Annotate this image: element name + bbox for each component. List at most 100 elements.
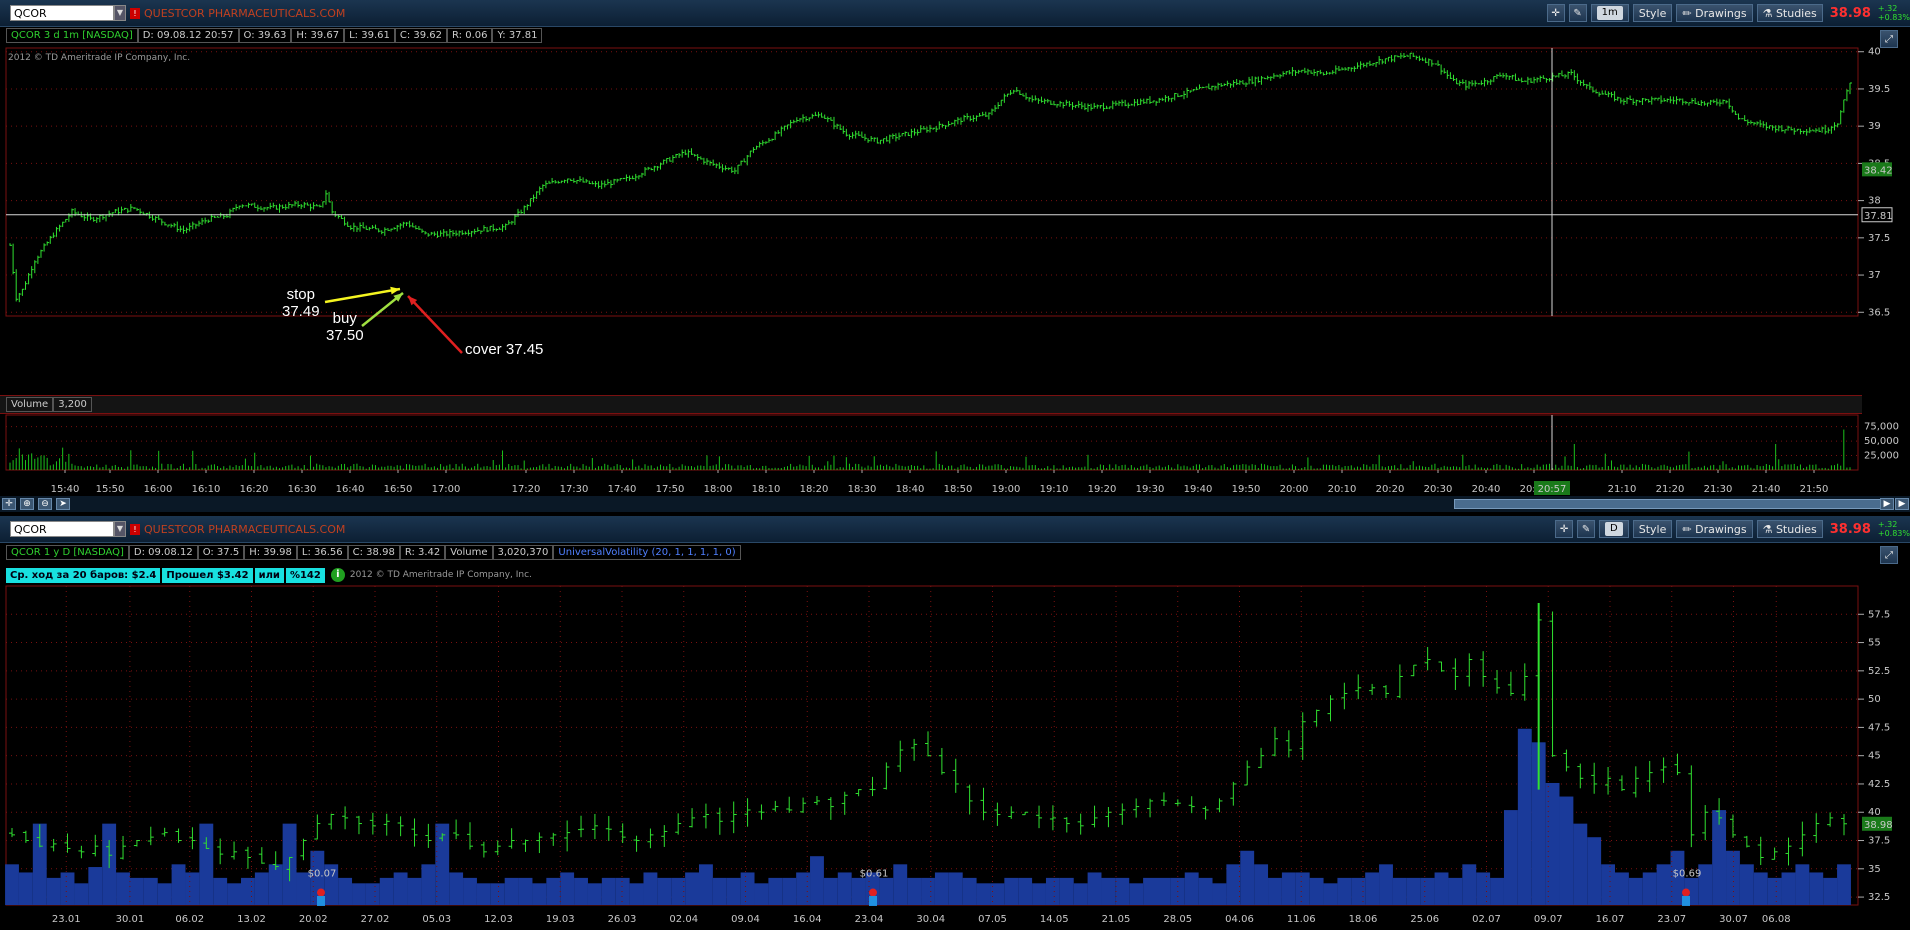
company-name-daily[interactable]: QUESTCOR PHARMACEUTICALS.COM: [144, 523, 345, 536]
daily-volume-bar: [879, 877, 894, 905]
studies-button-daily[interactable]: ⚗ Studies: [1756, 520, 1823, 538]
scroll-right-icon[interactable]: ▶: [1880, 498, 1894, 510]
volume-label-daily: Volume: [445, 545, 493, 560]
x-tick-label: 21:30: [1704, 484, 1733, 495]
daily-volume-bar: [171, 864, 186, 905]
daily-y-tick-label: 50: [1868, 694, 1881, 705]
daily-volume-bar: [1045, 877, 1060, 905]
daily-x-tick-label: 19.03: [546, 914, 575, 925]
daily-volume-bar: [1490, 877, 1504, 905]
daily-volume-bar: [810, 856, 824, 905]
daily-volume-bar: [1295, 872, 1310, 905]
daily-volume-bar: [1240, 850, 1255, 905]
daily-volume-bar: [1781, 872, 1796, 905]
x-tick-label: 17:40: [608, 484, 637, 495]
symbol-dropdown-daily-icon[interactable]: ▼: [114, 521, 126, 537]
daily-volume-bar: [241, 877, 255, 905]
daily-volume-bar: [1587, 837, 1602, 905]
daily-volume-bar: [1823, 877, 1838, 905]
daily-volume-bar: [1837, 864, 1851, 905]
style-button[interactable]: Style: [1632, 4, 1673, 22]
intraday-price-chart[interactable]: 36.53737.53838.53939.54038.4237.81: [0, 40, 1910, 390]
timeframe-selector-daily[interactable]: D: [1599, 520, 1629, 538]
daily-volume-bar: [1115, 877, 1130, 905]
volume-tick-label: 50,000: [1864, 436, 1899, 447]
company-name[interactable]: QUESTCOR PHARMACEUTICALS.COM: [144, 7, 345, 20]
daily-x-tick-label: 28.05: [1163, 914, 1192, 925]
study-universal-volatility[interactable]: UniversalVolatility (20, 1, 1, 1, 1, 0): [553, 545, 741, 560]
symbol-input[interactable]: QCOR: [10, 5, 114, 21]
daily-volume-bar: [587, 883, 602, 905]
daily-x-tick-label: 25.06: [1410, 914, 1439, 925]
chart-description-daily: QCOR 1 y D [NASDAQ]: [6, 545, 129, 560]
stop-annotation: stop 37.49: [282, 286, 320, 320]
passed-stat: Прошел $3.42: [162, 568, 253, 583]
daily-volume-bar: [796, 872, 811, 905]
timeframe-selector[interactable]: 1m: [1590, 4, 1629, 22]
timeframe-label-daily: D: [1605, 522, 1623, 536]
daily-x-tick-label: 11.06: [1287, 914, 1316, 925]
alert-icon[interactable]: !: [130, 8, 140, 19]
wrench-daily-icon[interactable]: ✎: [1577, 520, 1596, 538]
studies-button[interactable]: ⚗ Studies: [1756, 4, 1823, 22]
daily-volume-bar: [338, 877, 353, 905]
dividend-label: $0.61: [860, 869, 889, 880]
x-tick-label: 17:20: [512, 484, 541, 495]
daily-volume-bar: [921, 877, 935, 905]
pan-icon[interactable]: ✛: [2, 498, 16, 510]
pencil-icon: ✏: [1682, 6, 1696, 20]
time-scrollbar[interactable]: [1454, 499, 1888, 509]
zoom-out-icon[interactable]: ⊖: [38, 498, 52, 510]
x-tick-label: 15:50: [96, 484, 125, 495]
alert-daily-icon[interactable]: !: [130, 524, 140, 535]
daily-volume-bar: [1545, 782, 1560, 905]
daily-volume-bar: [254, 872, 269, 905]
symbol-dropdown-icon[interactable]: ▼: [114, 5, 126, 21]
info-icon[interactable]: i: [330, 568, 345, 582]
daily-volume-bar: [1059, 877, 1074, 905]
daily-volume-bar: [1309, 877, 1324, 905]
daily-y-tick-label: 32.5: [1868, 892, 1890, 903]
daily-x-tick-label: 23.04: [855, 914, 884, 925]
symbol-input-daily[interactable]: QCOR: [10, 521, 114, 537]
x-tick-label: 21:40: [1752, 484, 1781, 495]
expand-bottom-icon[interactable]: ⤢: [1880, 546, 1898, 564]
x-tick-label: 16:20: [240, 484, 269, 495]
daily-volume-bar: [463, 877, 477, 905]
crosshair-tool-icon[interactable]: ✛: [1546, 4, 1565, 22]
crosshair-tool-daily-icon[interactable]: ✛: [1555, 520, 1574, 538]
bottom-info-bar: QCOR 1 y D [NASDAQ] D: 09.08.12 O: 37.5 …: [6, 545, 741, 560]
intraday-volume-chart[interactable]: 25,000 50,000 75,000 15:40 15:50 16:00 16:10 16…: [0, 414, 1910, 496]
daily-x-tick-label: 14.05: [1040, 914, 1069, 925]
scroll-end-icon[interactable]: ▶: [1895, 498, 1909, 510]
daily-volume-bar: [1642, 872, 1657, 905]
drawings-button-daily[interactable]: ✏ Drawings: [1676, 520, 1753, 538]
daily-x-tick-label: 07.05: [978, 914, 1007, 925]
volume-header: Volume 3,200: [0, 395, 1862, 414]
x-tick-label: 16:40: [336, 484, 365, 495]
daily-x-tick-label: 26.03: [608, 914, 637, 925]
daily-price-chart[interactable]: 32.5 35 37.5 40 42.5 45 47.5 50 52.5 55 57.5 23.01 3…: [0, 582, 1910, 930]
wrench-icon[interactable]: ✎: [1568, 4, 1587, 22]
volume-value: 3,200: [53, 397, 92, 412]
daily-volume-bar: [143, 877, 158, 905]
crosshair-time-label: 20:57: [1538, 484, 1567, 495]
daily-volume-bar: [213, 877, 228, 905]
dividend-icon: [869, 888, 877, 897]
x-tick-label: 19:10: [1040, 484, 1069, 495]
daily-volume-bar: [1767, 877, 1782, 905]
daily-volume-bar: [352, 883, 366, 905]
daily-volume-bar: [60, 872, 75, 905]
x-tick-label: 19:50: [1232, 484, 1261, 495]
daily-x-tick-label: 02.07: [1472, 914, 1501, 925]
style-button-daily[interactable]: Style: [1632, 520, 1673, 538]
x-tick-label: 16:00: [144, 484, 173, 495]
x-tick-label: 20:30: [1424, 484, 1453, 495]
pointer-icon[interactable]: ➤: [56, 498, 70, 510]
zoom-in-icon[interactable]: ⊕: [20, 498, 34, 510]
bar-open-daily: O: 37.5: [197, 545, 245, 560]
bar-high-daily: H: 39.98: [244, 545, 297, 560]
top-toolbar: QCOR ▼ ! QUESTCOR PHARMACEUTICALS.COM ✛ …: [0, 0, 1910, 27]
daily-volume-bar: [615, 877, 630, 905]
drawings-button[interactable]: ✏ Drawings: [1676, 4, 1753, 22]
